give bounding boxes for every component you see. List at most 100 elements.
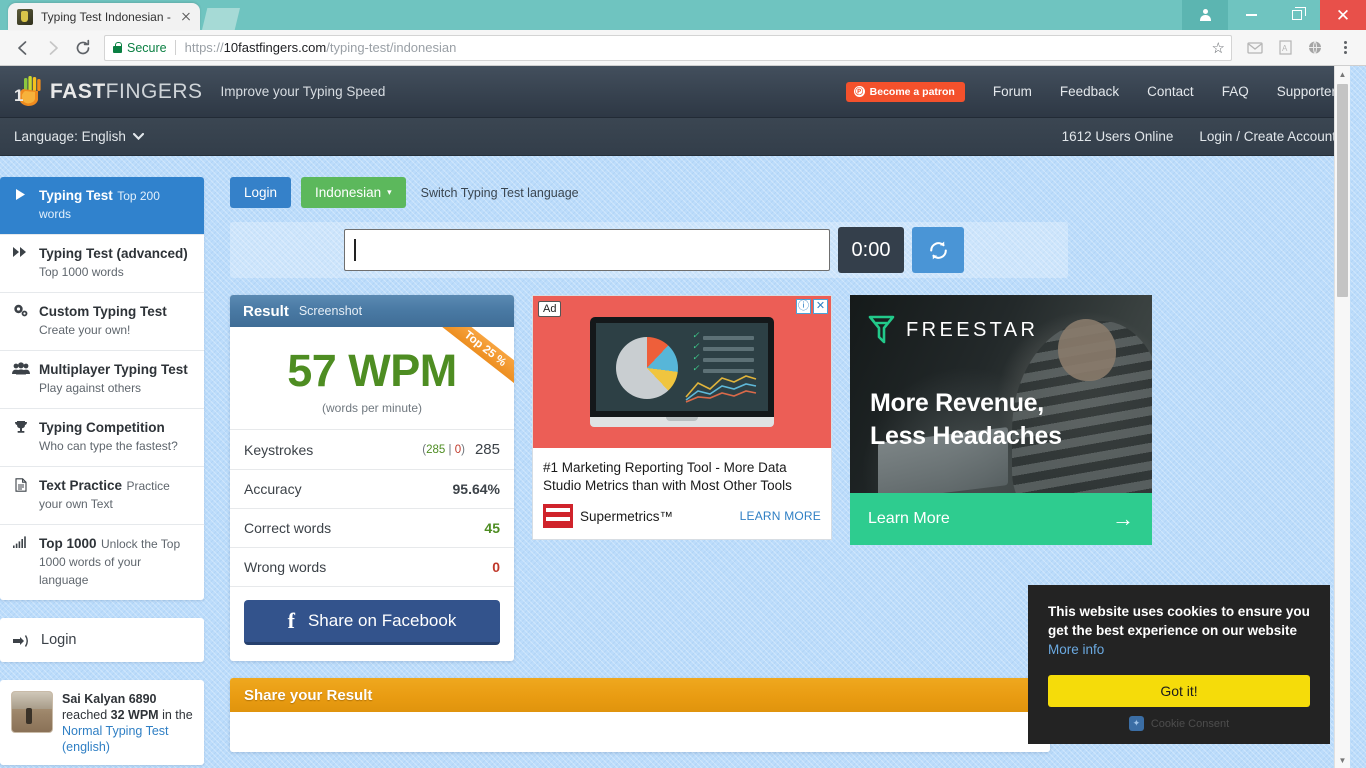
- main-toolbar: Login Indonesian ▾ Switch Typing Test la…: [230, 177, 1334, 208]
- restart-icon: [929, 241, 947, 259]
- browser-tab[interactable]: Typing Test Indonesian -: [8, 3, 200, 30]
- gears-icon: [11, 303, 30, 339]
- sidebar-item-subtitle: Create your own!: [39, 323, 131, 337]
- sidebar-item-typing-test-advanced[interactable]: Typing Test (advanced) Top 1000 words: [0, 235, 204, 293]
- sidebar-item-multiplayer-typing-test[interactable]: Multiplayer Typing Test Play against oth…: [0, 351, 204, 409]
- line-chart-icon: [685, 375, 757, 403]
- lock-icon: [113, 42, 122, 53]
- advertisement-freestar[interactable]: FREESTAR More Revenue, Less Headaches Le…: [850, 295, 1152, 545]
- result-screenshot-tab[interactable]: Screenshot: [299, 304, 362, 318]
- profile-button[interactable]: [1182, 0, 1228, 30]
- become-a-patron-button[interactable]: Ⓟ Become a patron: [845, 81, 965, 102]
- minimize-button[interactable]: [1228, 0, 1274, 30]
- extension-icon-1[interactable]: [1242, 35, 1268, 61]
- extension-icon-2[interactable]: A: [1272, 35, 1298, 61]
- maximize-button[interactable]: [1274, 0, 1320, 30]
- laptop-base: [590, 417, 774, 427]
- cookie-accept-button[interactable]: Got it!: [1048, 675, 1310, 707]
- pdf-icon: A: [1278, 40, 1292, 55]
- address-bar[interactable]: Secure https://10fastfingers.com/typing-…: [104, 34, 1232, 61]
- ad-copy: #1 Marketing Reporting Tool - More Data …: [543, 460, 792, 493]
- advertisement-supermetrics[interactable]: Ad ⓘ ✕ ✓ ✓ ✓ ✓ #1 Marketing Reporting To…: [532, 295, 832, 540]
- back-button[interactable]: [8, 33, 38, 63]
- ad-close-icon[interactable]: ✕: [813, 299, 828, 314]
- scrollbar-thumb[interactable]: [1337, 84, 1348, 297]
- avatar: [11, 691, 53, 733]
- sidebar-login-button[interactable]: Login: [0, 618, 204, 662]
- sidebar-item-text-practice[interactable]: Text Practice Practice your own Text: [0, 467, 204, 525]
- facebook-share-zone: f Share on Facebook: [230, 587, 514, 661]
- ad-info-icon[interactable]: ⓘ: [796, 299, 811, 314]
- language-selector[interactable]: Language: English: [14, 129, 144, 144]
- forward-button[interactable]: [38, 33, 68, 63]
- cookie-consent-banner: This website uses cookies to ensure you …: [1028, 585, 1330, 744]
- result-row-accuracy: Accuracy 95.64%: [230, 470, 514, 509]
- page-scrollbar[interactable]: ▲ ▼: [1334, 66, 1350, 768]
- cookie-more-info-link[interactable]: More info: [1048, 642, 1104, 657]
- language-dropdown-button[interactable]: Indonesian ▾: [301, 177, 406, 208]
- wpm-value: 57 WPM: [287, 345, 457, 396]
- share-on-facebook-button[interactable]: f Share on Facebook: [244, 600, 500, 645]
- typing-input[interactable]: [344, 229, 830, 271]
- sidebar-item-custom-typing-test[interactable]: Custom Typing Test Create your own!: [0, 293, 204, 351]
- supermetrics-logo-icon: [543, 504, 573, 528]
- tab-close-icon[interactable]: [178, 9, 194, 25]
- sidebar-login-label: Login: [41, 632, 77, 648]
- sidebar-news-card: Sai Kalyan 6890 reached 32 WPM in the No…: [0, 680, 204, 765]
- sidebar-item-typing-test[interactable]: Typing Test Top 200 words: [0, 177, 204, 235]
- laptop-illustration: [590, 317, 774, 427]
- ad-headline: More Revenue, Less Headaches: [870, 387, 1062, 453]
- cookie-consent-icon: ✦: [1128, 716, 1144, 731]
- extension-icon-3[interactable]: [1302, 35, 1328, 61]
- freestar-logo-icon: [868, 315, 895, 344]
- users-online-count: 1612 Users Online: [1061, 129, 1174, 144]
- row-label: Accuracy: [244, 481, 302, 497]
- nav-forum[interactable]: Forum: [993, 84, 1032, 99]
- ad-image: [533, 296, 831, 448]
- sidebar-item-title: Typing Competition: [39, 420, 165, 435]
- trophy-icon: [11, 419, 30, 455]
- sidebar-item-title: Custom Typing Test: [39, 304, 167, 319]
- scroll-down-arrow-icon[interactable]: ▼: [1335, 752, 1350, 768]
- laptop-screen: [590, 317, 774, 417]
- news-user: Sai Kalyan 6890: [62, 692, 157, 706]
- cookie-message: This website uses cookies to ensure you …: [1048, 602, 1310, 659]
- keystrokes-correct: 285: [426, 443, 446, 456]
- site-subheader: Language: English 1612 Users Online Logi…: [0, 118, 1350, 156]
- result-row-correct-words: Correct words 45: [230, 509, 514, 548]
- nav-contact[interactable]: Contact: [1147, 84, 1194, 99]
- login-button[interactable]: Login: [230, 177, 292, 208]
- scrollbar-track[interactable]: [1335, 82, 1350, 752]
- new-tab-button[interactable]: [202, 8, 240, 30]
- nav-feedback[interactable]: Feedback: [1060, 84, 1119, 99]
- sidebar-item-title: Typing Test (advanced): [39, 246, 188, 261]
- browser-menu-button[interactable]: [1332, 35, 1358, 61]
- login-create-account-link[interactable]: Login / Create Account: [1199, 129, 1336, 144]
- bookmark-star-icon[interactable]: ☆: [1204, 39, 1225, 57]
- chevron-down-icon: [132, 133, 144, 140]
- nav-supporter[interactable]: Supporter: [1277, 84, 1336, 99]
- ad-headline-line-2: Less Headaches: [870, 422, 1062, 450]
- page-viewport: 1 FASTFINGERS Improve your Typing Speed …: [0, 66, 1366, 768]
- minimize-icon: [1245, 14, 1257, 16]
- ad-footer: Supermetrics™ LEARN MORE: [533, 495, 831, 539]
- reload-button[interactable]: [68, 33, 98, 63]
- freestar-brand-name: FREESTAR: [906, 318, 1039, 341]
- wpm-caption: (words per minute): [321, 401, 423, 415]
- ad-learn-more-button[interactable]: Learn More →: [850, 493, 1152, 545]
- scroll-up-arrow-icon[interactable]: ▲: [1335, 66, 1350, 82]
- site-logo[interactable]: 1 FASTFINGERS: [14, 75, 203, 109]
- news-link[interactable]: Normal Typing: [62, 724, 142, 738]
- nav-faq[interactable]: FAQ: [1222, 84, 1249, 99]
- ad-brand: Supermetrics™: [580, 508, 674, 524]
- logo-bold: FAST: [50, 79, 106, 103]
- sidebar-item-typing-competition[interactable]: Typing Competition Who can type the fast…: [0, 409, 204, 467]
- ad-learn-more-link[interactable]: LEARN MORE: [740, 509, 821, 523]
- sidebar-item-top-1000[interactable]: Top 1000 Unlock the Top 1000 words of yo…: [0, 525, 204, 600]
- result-row-keystrokes: Keystrokes (285 | 0) 285: [230, 430, 514, 470]
- window-close-button[interactable]: ✕: [1320, 0, 1366, 30]
- sidebar-item-title: Text Practice: [39, 478, 123, 493]
- result-row-wrong-words: Wrong words 0: [230, 548, 514, 587]
- restart-test-button[interactable]: [912, 227, 964, 273]
- back-arrow-icon: [18, 40, 27, 55]
